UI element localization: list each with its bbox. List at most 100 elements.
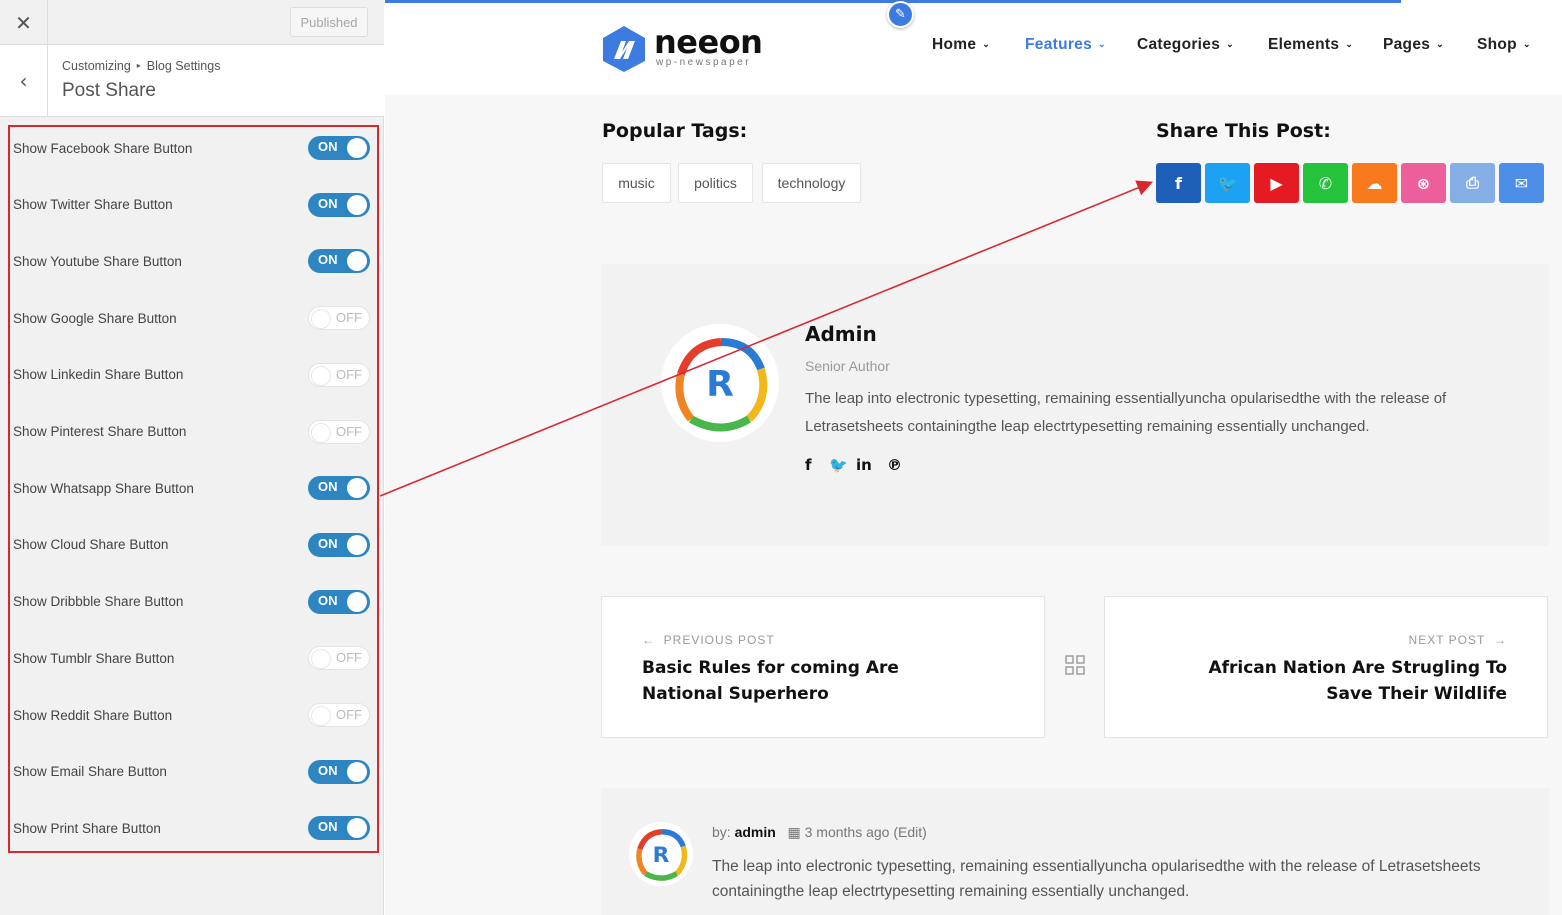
twitter-icon[interactable]: 🐦 [829,456,848,474]
share-toggle[interactable]: ON [308,249,370,274]
dribbble-share-button[interactable]: ⊛ [1401,163,1446,203]
back-button[interactable]: ‹ [0,45,48,117]
toggle-knob [347,478,367,499]
chevron-left-icon: ‹ [19,69,28,93]
setting-label: Show Email Share Button [13,764,167,780]
chevron-down-icon: ⌄ [1098,39,1106,49]
calendar-icon: ▦ [787,824,801,840]
youtube-icon: ▶ [1270,173,1283,193]
toggle-knob [347,138,367,158]
share-toggle[interactable]: OFF [308,703,370,727]
linkedin-icon[interactable]: in [856,456,872,474]
setting-label: Show Linkedin Share Button [13,367,184,383]
pinterest-icon[interactable]: ℗ [887,456,902,474]
share-toggle[interactable]: ON [308,136,370,160]
customizer-sidebar: ✕ Published ‹ Customizing ▸ Blog Settings … [0,0,384,915]
setting-label: Show Whatsapp Share Button [13,480,194,496]
next-post-card[interactable]: NEXT POST → African Nation Are Strugling… [1104,596,1548,738]
nav-item-features[interactable]: Features ⌄ [1025,36,1106,54]
share-toggle[interactable]: ON [308,192,370,217]
setting-row: Show Twitter Share Button ON [10,190,377,220]
previous-post-card[interactable]: ← PREVIOUS POST Basic Rules for coming A… [601,596,1045,738]
twitter-share-button[interactable]: 🐦 [1205,163,1250,203]
setting-row: Show Tumblr Share Button OFF [10,643,377,673]
tag-politics[interactable]: politics [678,163,753,203]
tag-music[interactable]: music [602,163,671,203]
svg-text:R: R [706,364,734,405]
toggle-state: OFF [336,366,362,382]
toggle-state: OFF [336,310,362,326]
nav-item-elements[interactable]: Elements ⌄ [1268,36,1353,54]
share-toggle[interactable]: ON [308,476,370,501]
comment-by-label: by: [712,824,731,840]
share-toggle[interactable]: ON [308,816,370,841]
comment-edit-link[interactable]: (Edit) [893,824,926,840]
email-share-button[interactable]: ✉ [1499,163,1544,203]
toggle-knob [311,309,331,330]
section-title: Post Share [62,80,156,101]
published-button[interactable]: Published [290,7,368,37]
share-toggle[interactable]: ON [308,589,370,614]
cloud-share-button[interactable]: ☁ [1352,163,1397,203]
setting-row: Show Google Share Button OFF [10,303,377,333]
toggle-state: OFF [336,423,362,439]
close-customizer-button[interactable]: ✕ [0,0,48,45]
setting-row: Show Cloud Share Button ON [10,530,377,560]
setting-label: Show Dribbble Share Button [13,594,184,610]
toggle-knob [347,534,367,555]
next-post-kicker: NEXT POST → [1409,633,1507,647]
setting-label: Show Google Share Button [13,310,177,326]
breadcrumb-item: Blog Settings [146,59,221,73]
print-share-button[interactable]: ⎙ [1450,163,1495,203]
nav-item-home[interactable]: Home ⌄ [932,36,990,54]
nav-item-shop[interactable]: Shop ⌄ [1477,36,1531,54]
setting-row: Show Pinterest Share Button OFF [10,417,377,447]
toggle-knob [347,591,367,612]
toggle-knob [347,251,367,272]
share-toggle[interactable]: OFF [308,362,370,387]
author-bio: The leap into electronic typesetting, re… [805,390,1447,435]
facebook-icon[interactable]: f [805,456,812,474]
comment-item: R by: admin ▦ 3 months ago (Edit) The le… [601,788,1549,915]
breadcrumb: Customizing ▸ Blog Settings [62,59,220,73]
next-post-label: NEXT POST [1408,633,1486,647]
nav-item-categories[interactable]: Categories ⌄ [1137,36,1234,54]
email-icon: ✉ [1514,173,1529,193]
share-toggle[interactable]: ON [308,532,370,557]
grid-icon[interactable] [1065,655,1085,675]
toggle-knob [347,194,367,215]
arrow-left-icon: ← [642,633,655,647]
author-name[interactable]: Admin [805,322,877,346]
next-post-title[interactable]: African Nation Are Strugling To Save The… [1167,655,1507,707]
toggle-knob [311,649,331,670]
nav-item-pages[interactable]: Pages ⌄ [1383,36,1444,54]
share-toggle[interactable]: ON [308,759,370,784]
comment-author-link[interactable]: admin [735,824,776,840]
toggle-knob [311,365,331,386]
toggle-knob [311,706,331,726]
share-settings-group: Show Facebook Share Button ON Show Twitter… [8,125,379,853]
setting-label: Show Twitter Share Button [13,197,173,213]
toggle-state: ON [318,535,338,551]
share-toggle[interactable]: OFF [308,306,370,331]
breadcrumb-separator-icon: ▸ [136,61,141,70]
print-icon: ⎙ [1466,173,1479,192]
share-toggle[interactable]: OFF [308,419,370,444]
facebook-share-button[interactable]: f [1156,163,1201,203]
previous-post-title[interactable]: Basic Rules for coming Are National Supe… [642,655,982,707]
whatsapp-share-button[interactable]: ✆ [1303,163,1348,203]
nav-label: Shop [1477,36,1517,53]
chevron-down-icon: ⌄ [1226,39,1234,49]
logo-text[interactable]: neeon [654,23,763,61]
toggle-knob [347,818,367,839]
site-header: neeon wp-newspaper Home ⌄ Features ⌄ Categor… [385,3,1562,95]
svg-text:R: R [653,843,670,868]
tag-technology[interactable]: technology [762,163,861,203]
twitter-icon: 🐦 [1217,173,1238,193]
youtube-share-button[interactable]: ▶ [1254,163,1299,203]
share-toggle[interactable]: OFF [308,646,370,671]
edit-shortcut-button[interactable]: ✎ [887,1,914,28]
setting-row: Show Reddit Share Button OFF [10,700,377,730]
toggle-state: ON [318,592,338,608]
setting-row: Show Youtube Share Button ON [10,246,377,276]
